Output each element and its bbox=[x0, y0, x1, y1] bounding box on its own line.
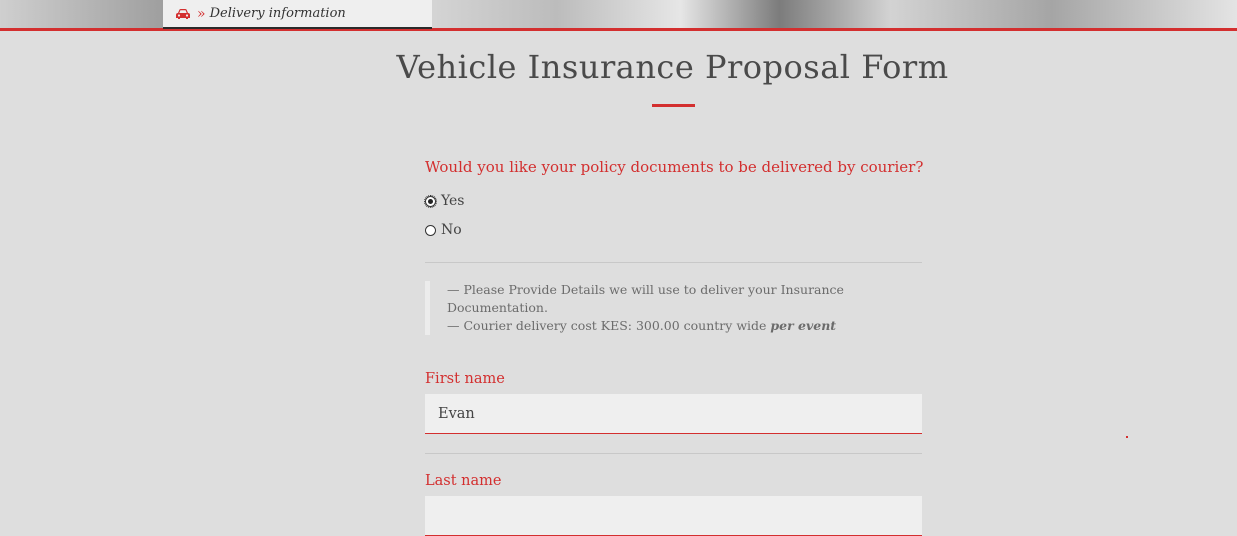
divider bbox=[425, 453, 922, 454]
first-name-input[interactable] bbox=[425, 394, 922, 434]
breadcrumb: » Delivery information bbox=[163, 0, 432, 29]
courier-question: Would you like your policy documents to … bbox=[425, 158, 924, 176]
note-line-1: — Please Provide Details we will use to … bbox=[447, 282, 844, 315]
radio-no[interactable] bbox=[425, 224, 436, 236]
note-line-2: — Courier delivery cost KES: 300.00 coun… bbox=[447, 318, 837, 333]
divider bbox=[425, 262, 922, 263]
option-no[interactable]: No bbox=[425, 222, 462, 238]
double-chevron-right-icon: » bbox=[197, 5, 206, 22]
title-underline bbox=[652, 104, 695, 107]
page-title: Vehicle Insurance Proposal Form bbox=[396, 48, 949, 86]
first-name-label: First name bbox=[425, 371, 505, 387]
last-name-label: Last name bbox=[425, 473, 502, 489]
breadcrumb-label: Delivery information bbox=[209, 6, 346, 21]
decorative-dot bbox=[1126, 436, 1128, 438]
note-emphasis: per event bbox=[770, 318, 837, 333]
option-yes-label: Yes bbox=[441, 193, 465, 209]
option-no-label: No bbox=[441, 222, 462, 238]
option-yes[interactable]: Yes bbox=[424, 193, 465, 209]
car-icon bbox=[176, 8, 190, 19]
last-name-input[interactable] bbox=[425, 496, 922, 536]
delivery-note: — Please Provide Details we will use to … bbox=[425, 281, 867, 335]
radio-yes[interactable] bbox=[424, 194, 437, 208]
